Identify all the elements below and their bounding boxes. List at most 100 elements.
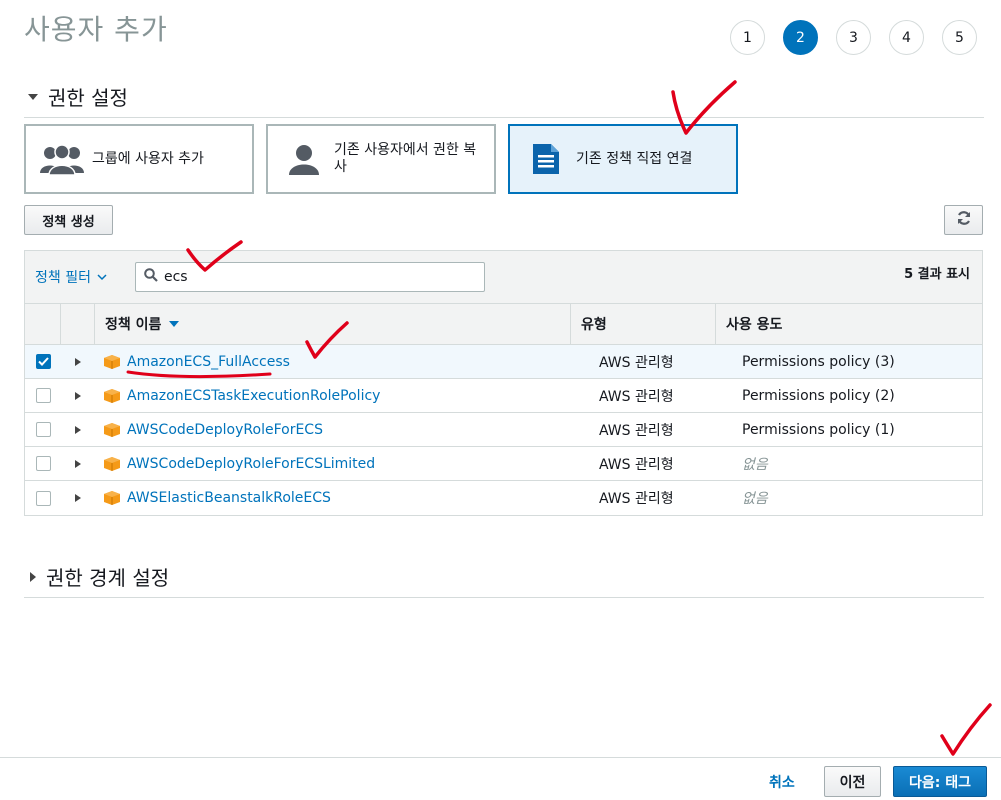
row-checkbox-cell [25, 447, 61, 480]
row-checkbox[interactable] [35, 456, 51, 471]
table-row[interactable]: AmazonECS_FullAccess AWS 관리형 Permissions… [25, 345, 982, 379]
row-usage: Permissions policy (1) [742, 421, 895, 438]
checkmark-annotation [940, 703, 992, 756]
permission-options: 그룹에 사용자 추가 기존 사용자에서 권한 복사 기존 정책 직접 연결 [24, 124, 738, 194]
search-icon [144, 268, 158, 286]
sort-desc-icon [169, 321, 180, 327]
row-usage: Permissions policy (3) [742, 353, 895, 370]
row-type: AWS 관리형 [599, 456, 674, 473]
boundary-section-header[interactable]: 권한 경계 설정 [24, 562, 984, 598]
policy-name-link[interactable]: AWSCodeDeployRoleForECS [127, 422, 323, 438]
table-row[interactable]: AWSCodeDeployRoleForECSLimited AWS 관리형 없… [25, 447, 982, 481]
row-type: AWS 관리형 [599, 354, 674, 371]
row-type: AWS 관리형 [599, 491, 674, 507]
row-name-cell: AWSCodeDeployRoleForECS [95, 413, 571, 446]
header-policy-name-label: 정책 이름 [105, 317, 162, 333]
table-header: 정책 이름 유형 사용 용도 [25, 303, 982, 345]
table-row[interactable]: AWSCodeDeployRoleForECS AWS 관리형 Permissi… [25, 413, 982, 447]
header-type[interactable]: 유형 [571, 304, 716, 344]
row-name-cell: AWSCodeDeployRoleForECSLimited [95, 447, 571, 480]
option-attach-policies-label: 기존 정책 직접 연결 [576, 150, 693, 167]
step-1[interactable]: 1 [730, 20, 765, 55]
boundary-section-label: 권한 경계 설정 [46, 566, 170, 590]
option-attach-policies[interactable]: 기존 정책 직접 연결 [508, 124, 738, 194]
step-indicator: 1 2 3 4 5 [730, 20, 977, 55]
option-copy-permissions[interactable]: 기존 사용자에서 권한 복사 [266, 124, 496, 194]
row-usage: Permissions policy (2) [742, 387, 895, 404]
row-checkbox[interactable] [35, 354, 51, 369]
row-type: AWS 관리형 [599, 422, 674, 439]
row-expand-toggle[interactable] [61, 345, 95, 378]
option-add-to-group-label: 그룹에 사용자 추가 [92, 150, 204, 167]
option-copy-permissions-label: 기존 사용자에서 권한 복사 [334, 142, 477, 175]
row-type: AWS 관리형 [599, 388, 674, 405]
step-4[interactable]: 4 [889, 20, 924, 55]
caret-right-icon [30, 571, 36, 582]
policy-name-link[interactable]: AmazonECS_FullAccess [127, 354, 290, 370]
document-icon [522, 139, 570, 179]
policy-table: 정책 필터 ecs 5 결과 표시 정책 이름 유형 사용 용도 AmazonE… [24, 250, 983, 516]
caret-down-icon [28, 93, 38, 100]
header-expand-column [61, 304, 95, 344]
row-usage: 없음 [742, 491, 768, 507]
header-type-label: 유형 [581, 317, 607, 333]
create-policy-button[interactable]: 정책 생성 [24, 205, 113, 235]
chevron-down-icon [97, 269, 107, 285]
search-value: ecs [163, 269, 188, 285]
caret-right-icon [75, 459, 81, 468]
wizard-footer: 취소 이전 다음: 태그 [0, 757, 1001, 800]
table-row[interactable]: AWSElasticBeanstalkRoleECS AWS 관리형 없음 [25, 481, 982, 515]
row-name-cell: AmazonECS_FullAccess [95, 345, 571, 378]
policy-name-link[interactable]: AWSElasticBeanstalkRoleECS [127, 490, 331, 506]
row-expand-toggle[interactable] [61, 379, 95, 412]
option-add-to-group[interactable]: 그룹에 사용자 추가 [24, 124, 254, 194]
row-checkbox[interactable] [35, 490, 51, 506]
user-icon [280, 139, 328, 179]
permissions-section-header[interactable]: 권한 설정 [24, 82, 984, 118]
row-checkbox[interactable] [35, 388, 51, 403]
row-expand-toggle[interactable] [61, 447, 95, 480]
row-checkbox-cell [25, 379, 61, 412]
caret-right-icon [75, 391, 81, 400]
result-count: 5 결과 표시 [904, 267, 970, 282]
row-expand-toggle[interactable] [61, 481, 95, 515]
header-usage-label: 사용 용도 [726, 317, 783, 333]
search-input[interactable]: ecs [134, 262, 485, 292]
row-name-cell: AWSElasticBeanstalkRoleECS [95, 481, 571, 515]
row-checkbox-cell [25, 481, 61, 515]
cancel-link[interactable]: 취소 [769, 772, 795, 792]
next-tags-button[interactable]: 다음: 태그 [893, 766, 987, 797]
table-body: AmazonECS_FullAccess AWS 관리형 Permissions… [25, 345, 982, 515]
managed-policy-icon [104, 456, 120, 471]
refresh-button[interactable] [944, 205, 983, 235]
policy-filter-label: 정책 필터 [35, 270, 91, 286]
check-icon [37, 357, 49, 366]
policy-filter-dropdown[interactable]: 정책 필터 [35, 267, 107, 287]
header-usage[interactable]: 사용 용도 [716, 304, 982, 344]
users-group-icon [38, 139, 86, 179]
row-name-cell: AmazonECSTaskExecutionRolePolicy [95, 379, 571, 412]
managed-policy-icon [104, 491, 120, 505]
step-5[interactable]: 5 [942, 20, 977, 55]
step-2[interactable]: 2 [783, 20, 818, 55]
page-title: 사용자 추가 [24, 13, 168, 46]
permissions-section-label: 권한 설정 [48, 86, 128, 110]
caret-right-icon [75, 425, 81, 434]
header-policy-name[interactable]: 정책 이름 [95, 304, 571, 344]
policy-name-link[interactable]: AWSCodeDeployRoleForECSLimited [127, 456, 375, 472]
managed-policy-icon [104, 388, 120, 403]
caret-right-icon [75, 494, 81, 502]
managed-policy-icon [104, 422, 120, 437]
row-checkbox-cell [25, 345, 61, 378]
table-toolbar: 정책 필터 ecs 5 결과 표시 [25, 251, 982, 303]
step-3[interactable]: 3 [836, 20, 871, 55]
row-checkbox-cell [25, 413, 61, 446]
row-checkbox[interactable] [35, 422, 51, 437]
previous-button[interactable]: 이전 [824, 766, 881, 797]
header-checkbox-column [25, 304, 61, 344]
table-row[interactable]: AmazonECSTaskExecutionRolePolicy AWS 관리형… [25, 379, 982, 413]
refresh-icon [956, 210, 972, 230]
row-usage: 없음 [742, 456, 768, 473]
row-expand-toggle[interactable] [61, 413, 95, 446]
policy-name-link[interactable]: AmazonECSTaskExecutionRolePolicy [127, 388, 380, 404]
